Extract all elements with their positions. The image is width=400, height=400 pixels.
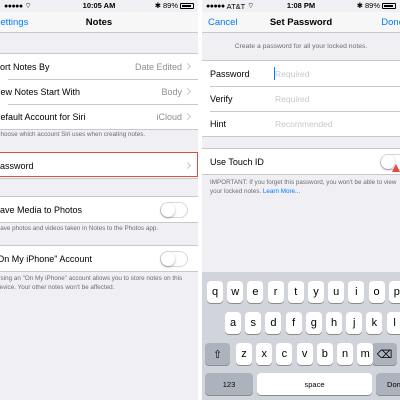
key-c[interactable]: c [276,343,293,365]
return-key[interactable]: Done [376,373,400,395]
key-m[interactable]: m [357,343,374,365]
key-r[interactable]: r [267,281,284,303]
on-my-iphone-group: "On My iPhone" Account [0,245,198,272]
battery-icon [180,2,194,9]
verify-input[interactable]: Required [275,94,310,104]
on-my-iphone-row: "On My iPhone" Account [0,246,198,271]
on-my-iphone-note: Using an "On My iPhone" account allows y… [0,275,183,291]
key-y[interactable]: y [308,281,324,303]
shift-key[interactable]: ⇧ [205,343,230,365]
key-g[interactable]: g [305,312,322,334]
page-title: Set Password [269,17,333,28]
on-my-iphone-toggle[interactable] [160,250,188,267]
key-b[interactable]: b [316,343,333,365]
key-w[interactable]: w [227,281,244,303]
key-u[interactable]: u [328,281,345,303]
chevron-right-icon [183,112,192,121]
nav-bar: Cancel Set Password Done [202,12,400,33]
password-input[interactable]: Required [275,69,310,79]
red-arrow-indicator [392,164,400,172]
chevron-right-icon [183,87,192,96]
save-media-group: Save Media to Photos [0,196,198,223]
password-row-highlight [0,152,198,177]
important-note: IMPORTANT: If you forget this password, … [210,179,397,195]
battery-percent: 89% [364,1,380,10]
save-media-note: Save photos and videos taken in Notes to… [0,225,159,232]
default-account-siri-row[interactable]: Default Account for Siri iCloud [0,104,198,129]
save-media-toggle[interactable] [160,201,188,218]
delete-icon: ⌫ [376,348,393,361]
key-f[interactable]: f [285,312,302,334]
status-bar: ●●●●● ⌔ 10:05 AM ✱ 89% [0,0,198,12]
touch-id-group: Use Touch ID [202,148,400,175]
notes-settings-pane: ●●●●● ⌔ 10:05 AM ✱ 89% Settings Notes So… [0,0,198,400]
battery-icon [382,2,396,9]
touch-id-row: Use Touch ID [202,149,400,174]
sort-notes-by-row[interactable]: Sort Notes By Date Edited [0,54,198,79]
key-h[interactable]: h [326,312,342,334]
key-o[interactable]: o [368,281,385,303]
delete-key[interactable]: ⌫ [372,343,397,365]
password-form: Password Required Verify Required Hint R… [202,60,400,137]
key-j[interactable]: j [346,312,363,334]
battery-percent: 89% [162,1,178,10]
bluetooth-icon: ✱ [154,1,161,10]
siri-account-note: Choose which account Siri uses when crea… [0,131,146,138]
learn-more-link[interactable]: Learn More... [263,188,300,195]
key-t[interactable]: t [287,281,304,303]
key-i[interactable]: i [348,281,365,303]
verify-field-row[interactable]: Verify Required [202,86,400,111]
page-title: Notes [85,17,113,28]
key-v[interactable]: v [296,343,313,365]
keyboard: qwertyuiop asdfghjkl ⇧ ⌫ zxcvbnm 123 spa… [202,272,400,400]
key-d[interactable]: d [265,312,282,334]
hint-field-row[interactable]: Hint Recommended [202,111,400,136]
key-q[interactable]: q [207,281,223,303]
new-notes-start-with-row[interactable]: New Notes Start With Body [0,79,198,104]
key-n[interactable]: n [337,343,353,365]
bluetooth-icon: ✱ [356,1,363,10]
intro-text: Create a password for all your locked no… [234,43,368,50]
set-password-pane: ●●●●● AT&T ⌔ 1:08 PM ✱ 89% Cancel Set Pa… [202,0,400,400]
key-z[interactable]: z [236,343,252,365]
key-p[interactable]: p [388,281,400,303]
password-field-row[interactable]: Password Required [202,61,400,86]
nav-bar: Settings Notes [0,12,198,33]
notes-options-group: Sort Notes By Date Edited New Notes Star… [0,53,198,130]
save-media-row: Save Media to Photos [0,197,198,222]
hint-input[interactable]: Recommended [275,119,333,129]
shift-icon: ⇧ [212,348,223,361]
key-k[interactable]: k [366,312,383,334]
key-e[interactable]: e [247,281,264,303]
key-l[interactable]: l [386,312,400,334]
chevron-right-icon [183,62,192,71]
done-button[interactable]: Done [381,17,400,28]
key-a[interactable]: a [225,312,241,334]
status-bar: ●●●●● AT&T ⌔ 1:08 PM ✱ 89% [202,0,400,12]
numbers-key[interactable]: 123 [205,373,253,395]
space-key[interactable]: space [257,373,372,395]
key-s[interactable]: s [245,312,262,334]
key-x[interactable]: x [256,343,273,365]
